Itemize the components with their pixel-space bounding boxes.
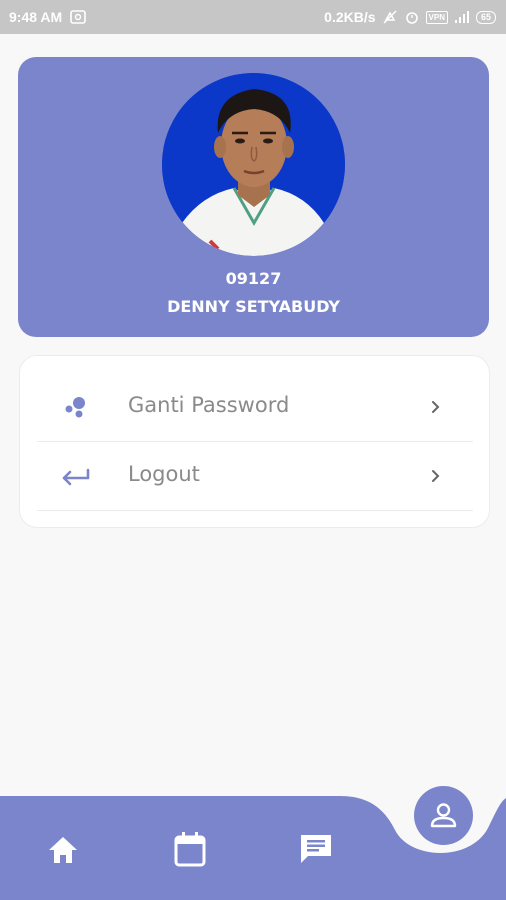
divider xyxy=(37,510,473,511)
logout-arrow-icon xyxy=(62,468,90,486)
profile-icon xyxy=(430,803,457,828)
battery-icon: 65 xyxy=(475,10,496,24)
screenshot-icon xyxy=(70,10,86,24)
vpn-badge: VPN xyxy=(425,10,448,24)
profile-fab-button[interactable] xyxy=(414,786,473,845)
menu-card: Ganti Password Logout xyxy=(19,355,490,528)
logout-label: Logout xyxy=(128,462,200,486)
change-password-item[interactable]: Ganti Password xyxy=(20,373,489,441)
chevron-right-icon xyxy=(432,470,440,482)
logout-item[interactable]: Logout xyxy=(20,442,489,510)
profile-card: 09127 DENNY SETYABUDY xyxy=(18,57,489,337)
mute-icon xyxy=(383,10,397,24)
avatar xyxy=(162,73,345,256)
home-icon[interactable] xyxy=(46,834,80,866)
calendar-icon[interactable] xyxy=(172,830,208,868)
avatar-photo xyxy=(162,73,345,256)
employee-name: DENNY SETYABUDY xyxy=(167,297,340,316)
employee-id: 09127 xyxy=(225,269,282,288)
signal-icon xyxy=(454,11,469,23)
change-password-label: Ganti Password xyxy=(128,393,290,417)
network-speed: 0.2KB/s xyxy=(324,9,376,25)
status-bar: 9:48 AM 0.2KB/s VPN 65 xyxy=(0,0,506,34)
chat-icon[interactable] xyxy=(298,832,334,866)
chevron-right-icon xyxy=(432,401,440,413)
status-time: 9:48 AM xyxy=(9,9,63,25)
bubbles-icon xyxy=(65,397,85,418)
alarm-icon xyxy=(405,12,418,24)
